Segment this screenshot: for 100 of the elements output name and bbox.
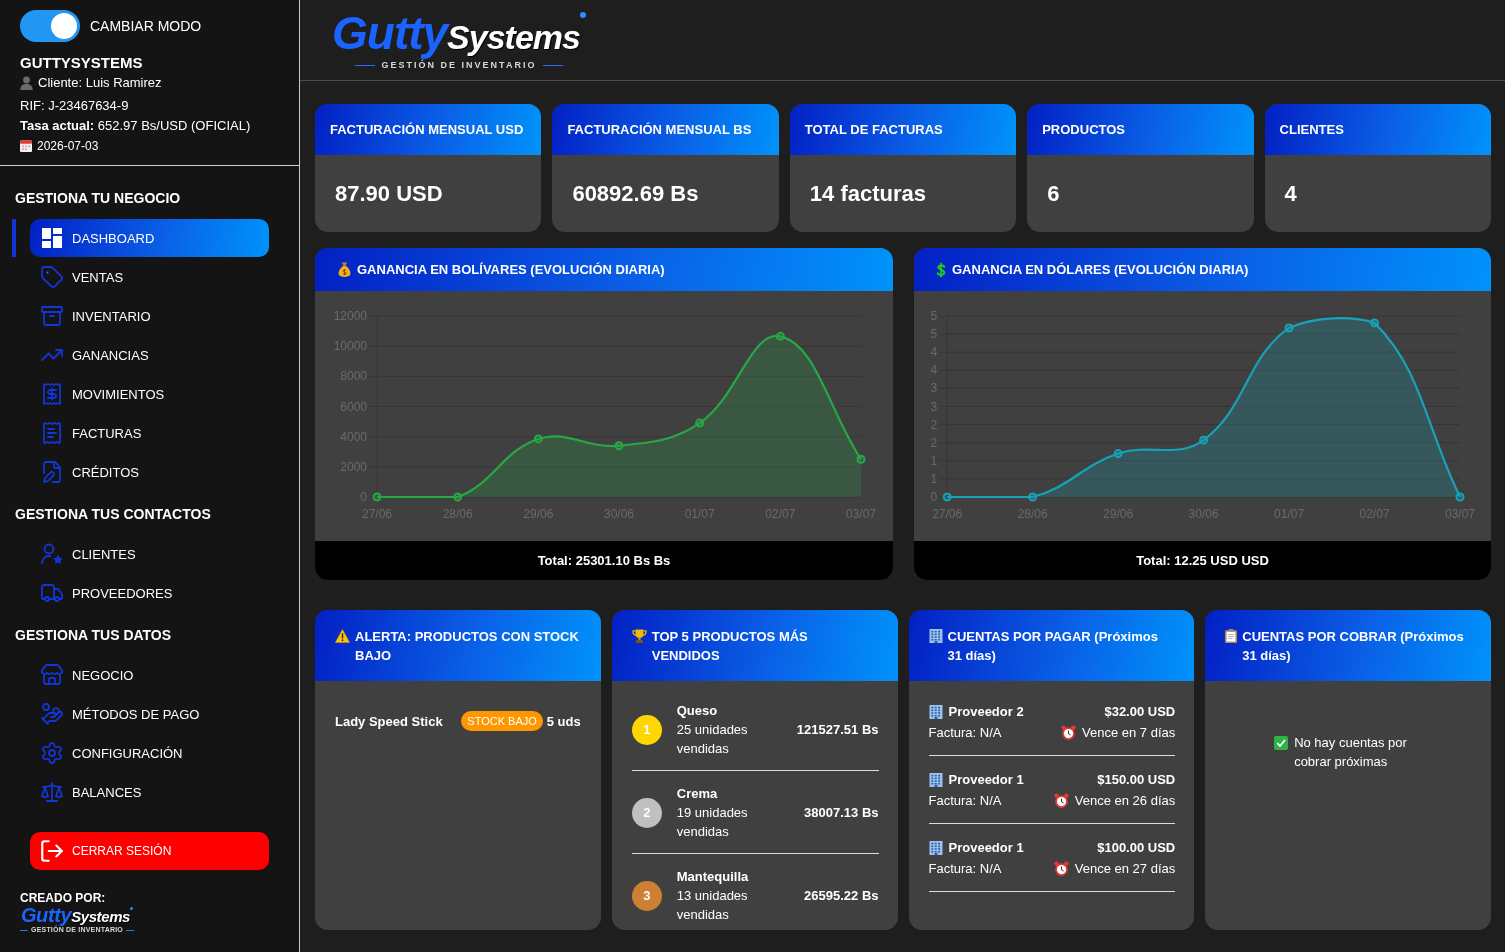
data-point	[1284, 323, 1294, 333]
hand-coins-icon	[40, 702, 64, 726]
office-building-icon	[928, 628, 943, 643]
nav-item[interactable]: CRÉDITOS	[30, 453, 269, 491]
chart-total: Total: 12.25 USD USD	[1136, 553, 1269, 568]
supplier-name: Proveedor 1	[948, 840, 1024, 855]
clipboard-icon	[1225, 628, 1238, 643]
nav-item[interactable]: FACTURAS	[30, 414, 269, 452]
product-amount: 26595.22 Bs	[804, 888, 879, 903]
stat-label: CLIENTES	[1279, 122, 1344, 137]
chart-total: Total: 25301.10 Bs Bs	[537, 553, 671, 568]
stat-value: 4	[1284, 180, 1297, 207]
payment-amount: $32.00 USD	[1104, 704, 1176, 719]
stat-value: 87.90 USD	[335, 180, 443, 207]
product-amount: 121527.51 Bs	[796, 722, 879, 737]
due-date: Vence en 7 días	[1082, 725, 1176, 740]
stat-value: 60892.69 Bs	[572, 180, 699, 207]
rank-badge: 2	[631, 797, 662, 828]
office-building-icon	[928, 772, 943, 787]
data-point	[614, 441, 624, 451]
section-title: GESTIONA TU NEGOCIO	[15, 190, 181, 207]
alarm-clock-icon	[1053, 793, 1069, 808]
stat-label: FACTURACIÓN MENSUAL BS	[567, 122, 752, 137]
user-silhouette-icon	[20, 76, 33, 90]
data-point	[1028, 492, 1038, 502]
due-date: Vence en 27 días	[1074, 861, 1176, 876]
store-icon	[40, 663, 64, 687]
receipt-icon	[40, 382, 64, 406]
card-title: ALERTA: PRODUCTOS CON STOCK BAJO	[355, 627, 580, 665]
invoice-number: Factura: N/A	[928, 861, 1002, 876]
nav-item[interactable]: INVENTARIO	[30, 297, 269, 335]
product-name: Lady Speed Stick	[335, 713, 443, 729]
logo-wordmark: GuttySystems	[20, 905, 131, 926]
office-building-icon	[928, 704, 943, 719]
alarm-clock-icon	[1061, 725, 1076, 740]
nav-item[interactable]: MOVIMIENTOS	[30, 375, 269, 413]
data-point	[775, 331, 785, 341]
mode-toggle-switch[interactable]	[20, 10, 80, 42]
toggle-label: CAMBIAR MODO	[90, 18, 202, 34]
card-title: TOP 5 PRODUCTOS MÁS VENDIDOS	[651, 627, 809, 665]
supplier-name: Proveedor 2	[948, 704, 1024, 719]
data-point	[1199, 435, 1209, 445]
logo-wordmark: GuttySystems	[332, 9, 580, 58]
credits-label: CREADO POR:	[20, 891, 106, 905]
warning-icon	[335, 628, 350, 643]
stat-label: FACTURACIÓN MENSUAL USD	[330, 122, 524, 137]
trophy-icon	[631, 628, 647, 643]
nav-item[interactable]: NEGOCIO	[30, 656, 269, 694]
data-point	[856, 454, 866, 464]
units-sold: 25 unidades vendidas	[676, 721, 749, 758]
invoice-number: Factura: N/A	[928, 793, 1002, 808]
section-title: GESTIONA TUS DATOS	[15, 627, 172, 644]
chart-title: GANANCIA EN DÓLARES (EVOLUCIÓN DIARIA)	[952, 262, 1249, 277]
client-name: Cliente: Luis Ramirez	[38, 74, 162, 92]
logo-dot-icon	[130, 906, 134, 910]
selection-indicator	[12, 219, 16, 257]
data-point	[695, 418, 705, 428]
units-sold: 13 unidades vendidas	[676, 887, 749, 924]
dollar-sign-icon	[936, 261, 946, 278]
product-name: Crema	[676, 785, 718, 803]
stat-label: TOTAL DE FACTURAS	[804, 122, 943, 137]
chart-title: GANANCIA EN BOLÍVARES (EVOLUCIÓN DIARIA)	[357, 262, 665, 277]
archive-box-icon	[40, 304, 64, 328]
logout-icon	[39, 838, 65, 864]
section-title: GESTIONA TUS CONTACTOS	[15, 506, 211, 523]
nav-item[interactable]: BALANCES	[30, 773, 269, 811]
truck-icon	[40, 581, 64, 605]
rank-badge: 1	[631, 714, 662, 745]
supplier-name: Proveedor 1	[948, 772, 1024, 787]
nav-item[interactable]: GANANCIAS	[30, 336, 269, 374]
check-mark-icon	[1274, 736, 1289, 750]
data-point	[533, 434, 543, 444]
nav-item[interactable]: VENTAS	[30, 258, 269, 296]
card-title: CUENTAS POR PAGAR (Próximos 31 días)	[947, 627, 1159, 665]
payment-amount: $150.00 USD	[1097, 772, 1176, 787]
current-date: 2026-07-03	[37, 138, 99, 155]
stat-value: 6	[1047, 180, 1060, 207]
logo-tagline: GESTIÓN DE INVENTARIO	[381, 59, 537, 71]
data-point	[372, 492, 382, 502]
settings-icon	[40, 741, 64, 765]
nav-item[interactable]: DASHBOARD	[30, 219, 269, 257]
stat-label: PRODUCTOS	[1042, 122, 1125, 137]
user-star-icon	[40, 542, 64, 566]
tag-icon	[40, 265, 64, 289]
receipt-lines-icon	[40, 421, 64, 445]
due-date: Vence en 26 días	[1074, 793, 1176, 808]
nav-item[interactable]: PROVEEDORES	[30, 574, 269, 612]
nav-item[interactable]: CLIENTES	[30, 535, 269, 573]
stat-value: 14 facturas	[809, 180, 926, 207]
calendar-icon	[20, 140, 32, 152]
invoice-number: Factura: N/A	[928, 725, 1002, 740]
tax-id: RIF: J-23467634-9	[20, 97, 129, 115]
nav-item[interactable]: CONFIGURACIÓN	[30, 734, 269, 772]
payment-amount: $100.00 USD	[1097, 840, 1176, 855]
data-point	[1455, 492, 1465, 502]
logo-dot-icon	[580, 12, 586, 19]
nav-item[interactable]: MÉTODOS DE PAGO	[30, 695, 269, 733]
dashboard-icon	[40, 226, 64, 250]
file-pen-icon	[40, 460, 64, 484]
logout-button[interactable]: CERRAR SESIÓN	[30, 832, 269, 870]
